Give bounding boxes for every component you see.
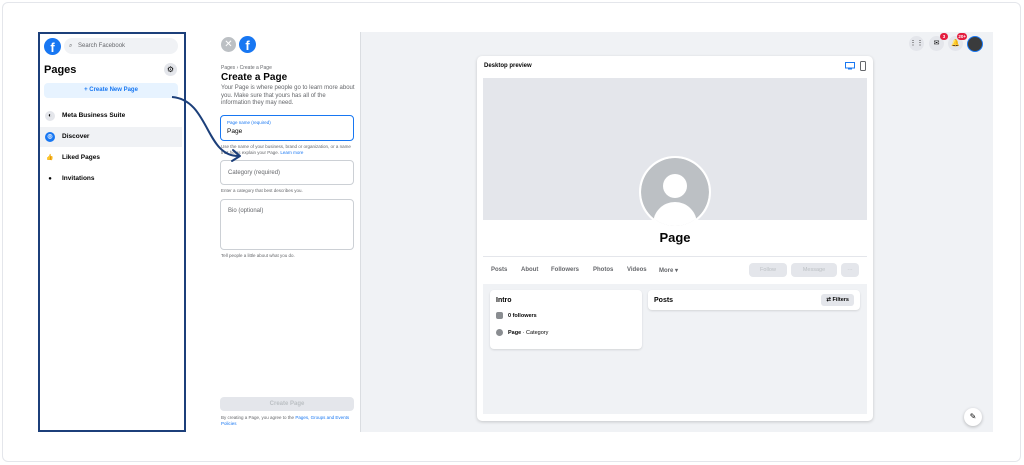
sidebar-item-label: Liked Pages xyxy=(62,154,100,161)
sidebar-item-label: Discover xyxy=(62,133,90,140)
meta-icon: ◐ xyxy=(45,111,55,121)
message-button[interactable]: Message xyxy=(791,263,837,277)
bio-placeholder: Bio (optional) xyxy=(228,208,264,214)
posts-card: Posts ⇄ Filters xyxy=(648,290,860,310)
followers-count: 0 followers xyxy=(508,312,537,319)
intro-card: Intro 0 followers Page · Category xyxy=(490,290,642,349)
page-description: Your Page is where people go to learn mo… xyxy=(221,85,355,106)
pages-sidebar: f ⌕ Search Facebook Pages ⚙ + Create New… xyxy=(38,32,186,432)
compose-icon[interactable]: ✎ xyxy=(964,408,982,426)
terms-prefix: By creating a Page, you agree to the xyxy=(221,415,295,420)
category-row: Page · Category xyxy=(496,329,548,336)
preview-page-name: Page xyxy=(659,230,691,245)
sidebar-item-discover[interactable]: ◎ Discover xyxy=(40,127,182,147)
followers-icon xyxy=(496,312,503,319)
close-icon[interactable]: ✕ xyxy=(221,37,236,52)
create-page-button[interactable]: Create Page xyxy=(220,397,354,411)
more-options-button[interactable]: ··· xyxy=(841,263,859,277)
desktop-icon[interactable] xyxy=(845,62,855,70)
tab-about[interactable]: About xyxy=(521,267,538,273)
posts-title: Posts xyxy=(654,297,674,304)
gear-icon[interactable]: ⚙ xyxy=(164,63,177,76)
profile-picture xyxy=(639,156,711,228)
mobile-icon[interactable] xyxy=(860,61,866,71)
person-icon: ● xyxy=(48,176,52,182)
sidebar-item-invitations[interactable]: ● Invitations xyxy=(40,169,182,189)
preview-tab-bar: Posts About Followers Photos Videos More… xyxy=(483,256,867,284)
category-hint: Enter a category that best describes you… xyxy=(221,188,303,193)
menu-grid-icon[interactable]: ⋮⋮ xyxy=(909,36,924,51)
learn-more-link[interactable]: Learn more xyxy=(280,150,303,155)
bio-hint: Tell people a little about what you do. xyxy=(221,253,295,258)
sidebar-item-meta-business-suite[interactable]: ◐ Meta Business Suite xyxy=(40,106,182,126)
breadcrumb: Pages › Create a Page xyxy=(221,65,272,71)
preview-content: Page Posts About Followers Photos Videos… xyxy=(483,78,867,414)
category-placeholder: Category (required) xyxy=(228,170,281,176)
create-page-panel: ✕ f Pages › Create a Page Create a Page … xyxy=(215,32,361,432)
intro-title: Intro xyxy=(496,297,512,304)
tab-more[interactable]: More ▾ xyxy=(659,267,678,274)
facebook-logo-icon[interactable]: f xyxy=(239,36,256,53)
tab-photos[interactable]: Photos xyxy=(593,267,613,273)
filters-button[interactable]: ⇄ Filters xyxy=(821,294,854,306)
sidebar-item-label: Invitations xyxy=(62,175,95,182)
search-icon: ⌕ xyxy=(69,43,73,49)
search-placeholder: Search Facebook xyxy=(78,43,126,49)
terms-text: By creating a Page, you agree to the Pag… xyxy=(221,415,355,427)
app-screen: ✕ f Pages › Create a Page Create a Page … xyxy=(215,32,993,432)
page-title: Create a Page xyxy=(221,72,288,83)
facebook-logo-icon[interactable]: f xyxy=(44,38,61,55)
page-name-label: Page name (required) xyxy=(227,120,271,125)
page-name-field[interactable]: Page name (required) Page xyxy=(220,115,354,141)
preview-label: Desktop preview xyxy=(484,63,532,69)
category-suffix: · Category xyxy=(521,329,549,336)
category-field[interactable]: Category (required) xyxy=(220,160,354,185)
sidebar-item-liked-pages[interactable]: 👍 Liked Pages xyxy=(40,148,182,168)
filters-label: Filters xyxy=(832,297,849,303)
info-icon xyxy=(496,329,503,336)
page-name-value: Page xyxy=(227,128,243,135)
follow-button[interactable]: Follow xyxy=(749,263,787,277)
thumbs-up-icon: 👍 xyxy=(46,155,54,161)
followers-row: 0 followers xyxy=(496,312,537,319)
tab-followers[interactable]: Followers xyxy=(551,267,579,273)
tab-videos[interactable]: Videos xyxy=(627,267,647,273)
sidebar-title: Pages xyxy=(44,64,77,76)
notifications-badge: 20+ xyxy=(957,33,967,40)
search-input[interactable]: ⌕ Search Facebook xyxy=(64,38,178,54)
tab-posts[interactable]: Posts xyxy=(491,267,507,273)
desktop-preview-card: Desktop preview Page Posts About Followe… xyxy=(477,56,873,421)
sidebar-item-label: Meta Business Suite xyxy=(62,112,126,119)
create-new-page-button[interactable]: + Create New Page xyxy=(44,83,178,98)
messenger-badge: 3 xyxy=(940,33,948,40)
category-name: Page xyxy=(508,329,522,336)
page-name-hint: Use the name of your business, brand or … xyxy=(221,144,355,156)
discover-icon: ◎ xyxy=(45,132,55,142)
profile-placeholder-icon xyxy=(641,158,709,226)
messenger-icon[interactable]: ✉ 3 xyxy=(929,33,948,51)
bio-field[interactable]: Bio (optional) xyxy=(220,199,354,250)
bell-icon[interactable]: 🔔 20+ xyxy=(948,33,967,51)
avatar[interactable] xyxy=(967,36,983,52)
